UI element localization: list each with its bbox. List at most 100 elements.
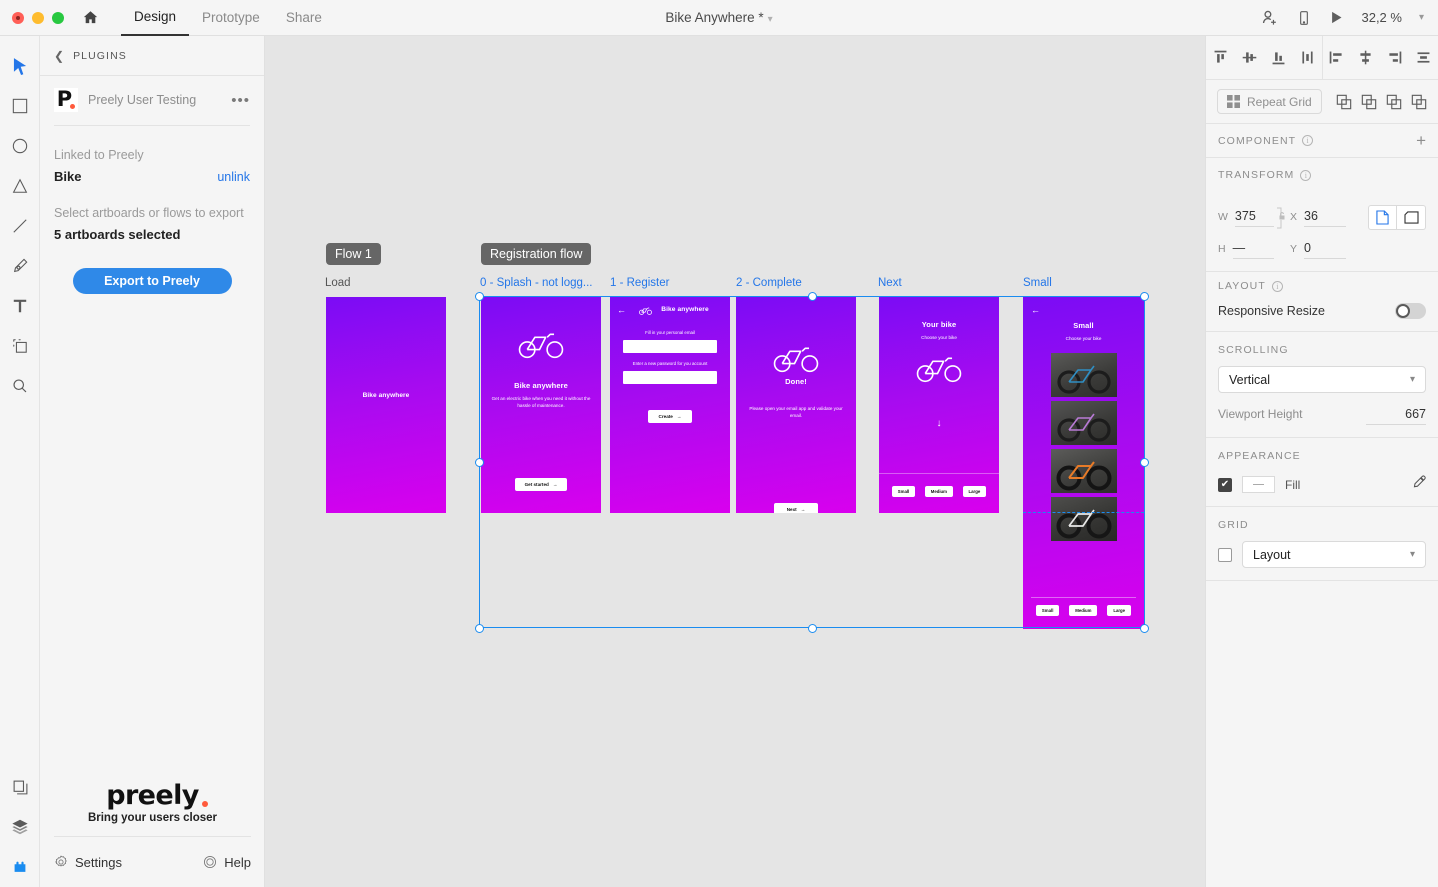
register-password-input[interactable] <box>623 371 717 384</box>
back-arrow-icon[interactable]: ← <box>617 306 626 315</box>
y-value[interactable]: 0 <box>1304 241 1346 259</box>
distribute-horizontal-icon[interactable] <box>1299 49 1316 66</box>
selection-handle-bl[interactable] <box>475 624 484 633</box>
artboard-label-small[interactable]: Small <box>1023 277 1052 289</box>
width-field[interactable]: W 375 <box>1218 209 1274 227</box>
tab-design[interactable]: Design <box>121 0 189 36</box>
boolean-subtract-icon[interactable] <box>1361 94 1377 110</box>
artboard-splash[interactable]: Bike anywhere Get an electric bike when … <box>481 297 601 513</box>
export-to-preely-button[interactable]: Export to Preely <box>73 268 232 294</box>
back-arrow-icon[interactable]: ← <box>1031 306 1040 315</box>
selection-handle-ml[interactable] <box>475 458 484 467</box>
artboard-label-register[interactable]: 1 - Register <box>610 277 669 289</box>
close-window-button[interactable] <box>12 12 24 24</box>
selection-handle-tc[interactable] <box>808 292 817 301</box>
fill-checkbox[interactable]: ✔ <box>1218 478 1232 492</box>
landscape-orientation-button[interactable] <box>1397 205 1426 230</box>
grid-type-select[interactable]: Layout ▾ <box>1242 541 1426 568</box>
canvas[interactable]: Flow 1 Registration flow Load 0 - Splash… <box>265 36 1205 887</box>
settings-button[interactable]: Settings <box>54 855 122 870</box>
align-top-icon[interactable] <box>1212 49 1229 66</box>
align-vertical-center-icon[interactable] <box>1241 49 1258 66</box>
boolean-intersect-icon[interactable] <box>1386 94 1402 110</box>
info-icon[interactable]: i <box>1272 281 1283 292</box>
device-preview-icon[interactable] <box>1296 10 1312 26</box>
selection-handle-bc[interactable] <box>808 624 817 633</box>
selection-handle-tr[interactable] <box>1140 292 1149 301</box>
triangle-tool[interactable] <box>0 166 40 206</box>
text-tool[interactable] <box>0 286 40 326</box>
eyedropper-icon[interactable] <box>1412 475 1426 494</box>
play-preview-icon[interactable] <box>1329 10 1344 25</box>
zoom-chevron-down-icon[interactable]: ▾ <box>1419 12 1424 23</box>
align-bottom-icon[interactable] <box>1270 49 1287 66</box>
y-field[interactable]: Y 0 <box>1290 241 1346 259</box>
pill-large[interactable]: Large <box>963 486 987 497</box>
scrolling-select[interactable]: Vertical ▾ <box>1218 366 1426 393</box>
pen-tool[interactable] <box>0 246 40 286</box>
unlink-link[interactable]: unlink <box>217 170 250 184</box>
add-collaborator-icon[interactable] <box>1260 8 1279 27</box>
line-tool[interactable] <box>0 206 40 246</box>
zoom-level[interactable]: 32,2 % <box>1361 10 1401 25</box>
flow-chip-1[interactable]: Flow 1 <box>326 243 381 265</box>
plugins-icon[interactable] <box>0 847 40 887</box>
home-icon[interactable] <box>82 9 99 26</box>
artboard-next[interactable]: Your bike Choose your bike ↓ Small Mediu… <box>879 297 999 513</box>
selection-handle-mr[interactable] <box>1140 458 1149 467</box>
pill-small[interactable]: Small <box>892 486 915 497</box>
align-horizontal-center-icon[interactable] <box>1357 49 1374 66</box>
bike-thumbnail-2[interactable] <box>1051 401 1117 445</box>
layers-icon[interactable] <box>0 807 40 847</box>
x-field[interactable]: X 36 <box>1290 209 1346 227</box>
maximize-window-button[interactable] <box>52 12 64 24</box>
artboard-complete[interactable]: Done! Please open your email app and val… <box>736 297 856 513</box>
splash-cta-button[interactable]: Get started→ <box>515 478 567 491</box>
pill-medium[interactable]: Medium <box>925 486 953 497</box>
pill-medium[interactable]: Medium <box>1069 605 1097 616</box>
align-right-icon[interactable] <box>1386 49 1403 66</box>
register-create-button[interactable]: Create→ <box>648 410 692 423</box>
register-email-input[interactable] <box>623 340 717 353</box>
artboard-label-splash[interactable]: 0 - Splash - not logg... <box>480 277 593 289</box>
fill-color-swatch[interactable] <box>1242 476 1275 493</box>
x-value[interactable]: 36 <box>1304 209 1346 227</box>
artboard-load[interactable]: Bike anywhere <box>326 297 446 513</box>
plugin-panel-header[interactable]: ❮ PLUGINS <box>40 36 264 76</box>
artboard-tool[interactable] <box>0 326 40 366</box>
add-component-button[interactable]: + <box>1416 132 1426 149</box>
cursor-tool[interactable] <box>0 46 40 86</box>
ellipse-tool[interactable] <box>0 126 40 166</box>
portrait-orientation-button[interactable] <box>1368 205 1397 230</box>
assets-icon[interactable] <box>0 767 40 807</box>
selection-handle-tl[interactable] <box>475 292 484 301</box>
complete-next-button[interactable]: Next→ <box>774 503 818 513</box>
responsive-resize-toggle[interactable] <box>1395 303 1426 319</box>
height-value[interactable]: — <box>1233 241 1274 259</box>
boolean-union-icon[interactable] <box>1336 94 1352 110</box>
minimize-window-button[interactable] <box>32 12 44 24</box>
zoom-tool[interactable] <box>0 366 40 406</box>
tab-share[interactable]: Share <box>273 0 335 36</box>
info-icon[interactable]: i <box>1302 135 1313 146</box>
back-chevron-icon[interactable]: ❮ <box>54 49 64 63</box>
bike-thumbnail-3[interactable] <box>1051 449 1117 493</box>
artboard-register[interactable]: ← Bike anywhere Fill in your personal em… <box>610 297 730 513</box>
info-icon[interactable]: i <box>1300 170 1311 181</box>
boolean-exclude-icon[interactable] <box>1411 94 1427 110</box>
help-button[interactable]: Help <box>203 855 251 870</box>
height-field[interactable]: H — <box>1218 241 1274 259</box>
bike-thumbnail-1[interactable] <box>1051 353 1117 397</box>
bike-thumbnail-4[interactable] <box>1051 497 1117 541</box>
chevron-down-icon[interactable]: ▾ <box>768 14 773 25</box>
repeat-grid-button[interactable]: Repeat Grid <box>1217 89 1322 114</box>
align-left-icon[interactable] <box>1328 49 1345 66</box>
lock-aspect-icon[interactable] <box>1275 205 1289 231</box>
selection-handle-br[interactable] <box>1140 624 1149 633</box>
artboard-label-next[interactable]: Next <box>878 277 902 289</box>
plugin-row[interactable]: P Preely User Testing ••• <box>40 76 264 112</box>
artboard-small[interactable]: ← Small Choose your bike <box>1023 297 1144 629</box>
pill-small[interactable]: Small <box>1036 605 1059 616</box>
grid-checkbox[interactable] <box>1218 548 1232 562</box>
tab-prototype[interactable]: Prototype <box>189 0 273 36</box>
